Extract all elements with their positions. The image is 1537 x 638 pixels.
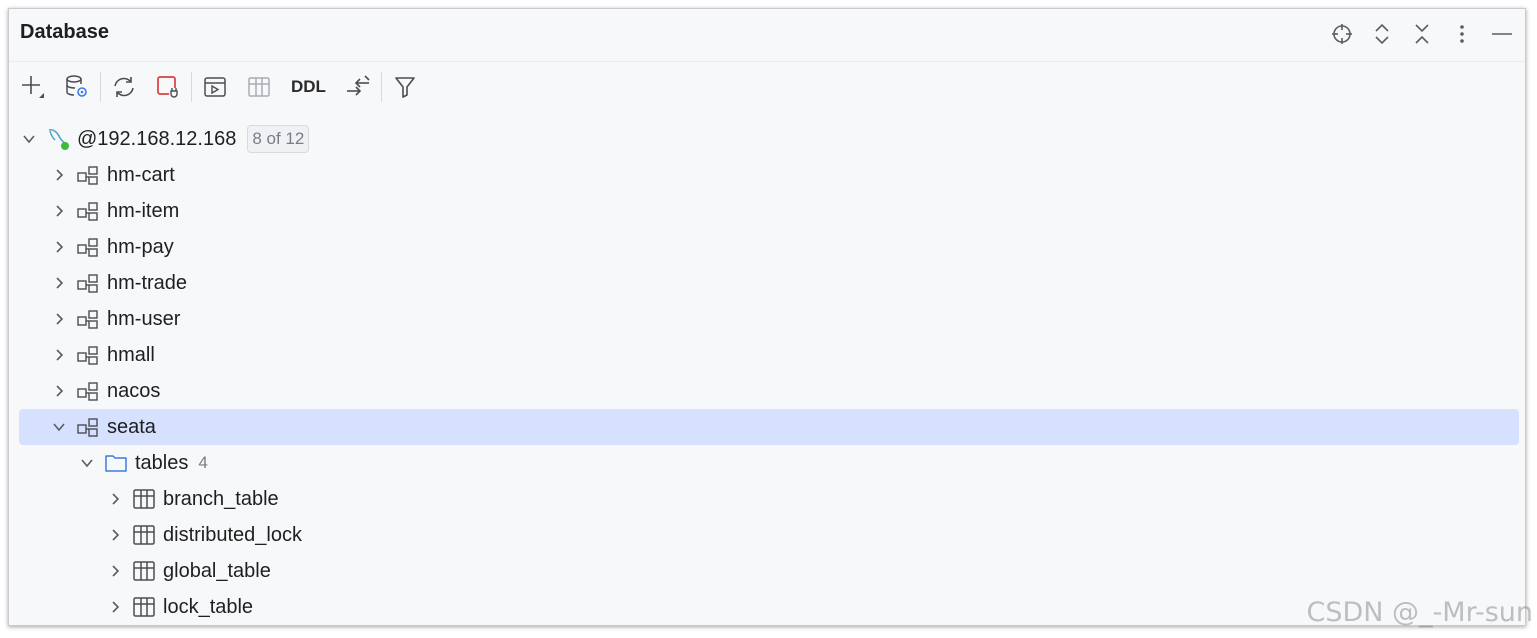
tree-row-schema[interactable]: hm-pay (19, 229, 1519, 265)
schema-icon (75, 265, 101, 301)
tree-row-schema[interactable]: nacos (19, 373, 1519, 409)
tree-row-tables-folder[interactable]: tables 4 (19, 445, 1519, 481)
jump-to-source-icon[interactable] (336, 69, 380, 105)
table-label: distributed_lock (163, 523, 302, 546)
table-label: global_table (163, 559, 271, 582)
table-view-icon[interactable] (237, 69, 281, 105)
minimize-icon[interactable] (1485, 19, 1519, 49)
schema-count-badge[interactable]: 8 of 12 (247, 125, 310, 153)
table-icon (131, 481, 157, 517)
chevron-right-icon[interactable] (49, 301, 69, 337)
table-icon (131, 517, 157, 553)
chevron-down-icon[interactable] (77, 445, 97, 481)
collapse-all-icon[interactable] (1405, 19, 1439, 49)
chevron-right-icon[interactable] (49, 373, 69, 409)
table-count: 4 (198, 453, 208, 472)
table-icon (131, 553, 157, 589)
schema-label: hm-trade (107, 271, 188, 294)
data-source-properties-icon[interactable] (55, 69, 99, 105)
chevron-right-icon[interactable] (49, 157, 69, 193)
tool-window-header: Database (9, 9, 1525, 62)
tree-row-schema[interactable]: hm-user (19, 301, 1519, 337)
schema-icon (75, 337, 101, 373)
chevron-right-icon[interactable] (105, 517, 125, 553)
chevron-right-icon[interactable] (49, 265, 69, 301)
refresh-icon[interactable] (102, 69, 146, 105)
tool-window-title: Database (20, 21, 109, 43)
query-console-icon[interactable] (193, 69, 237, 105)
tree-row-table[interactable]: distributed_lock (19, 517, 1519, 553)
tree-row-connection[interactable]: @192.168.12.168 8 of 12 (19, 121, 1519, 157)
chevron-right-icon[interactable] (49, 337, 69, 373)
tree-row-table[interactable]: lock_table (19, 589, 1519, 625)
schema-label: nacos (107, 379, 161, 402)
tree-row-table[interactable]: branch_table (19, 481, 1519, 517)
tree-row-table[interactable]: global_table (19, 553, 1519, 589)
chevron-right-icon[interactable] (105, 589, 125, 625)
ddl-button[interactable]: DDL (281, 69, 336, 105)
chevron-right-icon[interactable] (49, 193, 69, 229)
tree-row-schema-selected[interactable]: seata (19, 409, 1519, 445)
schema-icon (75, 409, 101, 445)
schema-label: hm-user (107, 307, 181, 330)
expand-collapse-icon[interactable] (1365, 19, 1399, 49)
toolbar-separator (380, 72, 382, 102)
schema-label: hmall (107, 343, 155, 366)
connection-label: @192.168.12.168 (77, 127, 237, 150)
filter-icon[interactable] (383, 69, 427, 105)
schema-label: hm-pay (107, 235, 174, 258)
schema-icon (75, 301, 101, 337)
chevron-down-icon[interactable] (49, 409, 69, 445)
header-actions (1325, 19, 1519, 49)
database-tree: @192.168.12.168 8 of 12 hm-cart hm-item … (19, 121, 1519, 625)
database-toolbar: DDL (9, 69, 1525, 105)
table-icon (131, 589, 157, 625)
schema-icon (75, 373, 101, 409)
chevron-right-icon[interactable] (49, 229, 69, 265)
table-label: lock_table (163, 595, 254, 618)
folder-label: tables (135, 451, 189, 474)
mysql-connection-icon (45, 121, 71, 157)
toolbar-separator (191, 72, 192, 102)
schema-icon (75, 229, 101, 265)
disconnect-icon[interactable] (146, 69, 190, 105)
schema-icon (75, 157, 101, 193)
add-icon[interactable] (11, 69, 55, 105)
folder-icon (103, 445, 129, 481)
chevron-right-icon[interactable] (105, 553, 125, 589)
tree-row-schema[interactable]: hm-trade (19, 265, 1519, 301)
toolbar-separator (100, 72, 101, 102)
more-options-icon[interactable] (1445, 19, 1479, 49)
schema-label: seata (107, 415, 156, 438)
table-label: branch_table (163, 487, 279, 510)
locate-icon[interactable] (1325, 19, 1359, 49)
watermark: CSDN @_-Mr-sun (1306, 597, 1533, 628)
tree-row-schema[interactable]: hm-item (19, 193, 1519, 229)
schema-icon (75, 193, 101, 229)
schema-label: hm-item (107, 199, 180, 222)
tree-row-schema[interactable]: hmall (19, 337, 1519, 373)
database-tool-window: Database DDL @192.168.12.168 8 of 12 hm-… (8, 8, 1526, 626)
chevron-down-icon[interactable] (19, 121, 39, 157)
schema-label: hm-cart (107, 163, 175, 186)
tree-row-schema[interactable]: hm-cart (19, 157, 1519, 193)
chevron-right-icon[interactable] (105, 481, 125, 517)
